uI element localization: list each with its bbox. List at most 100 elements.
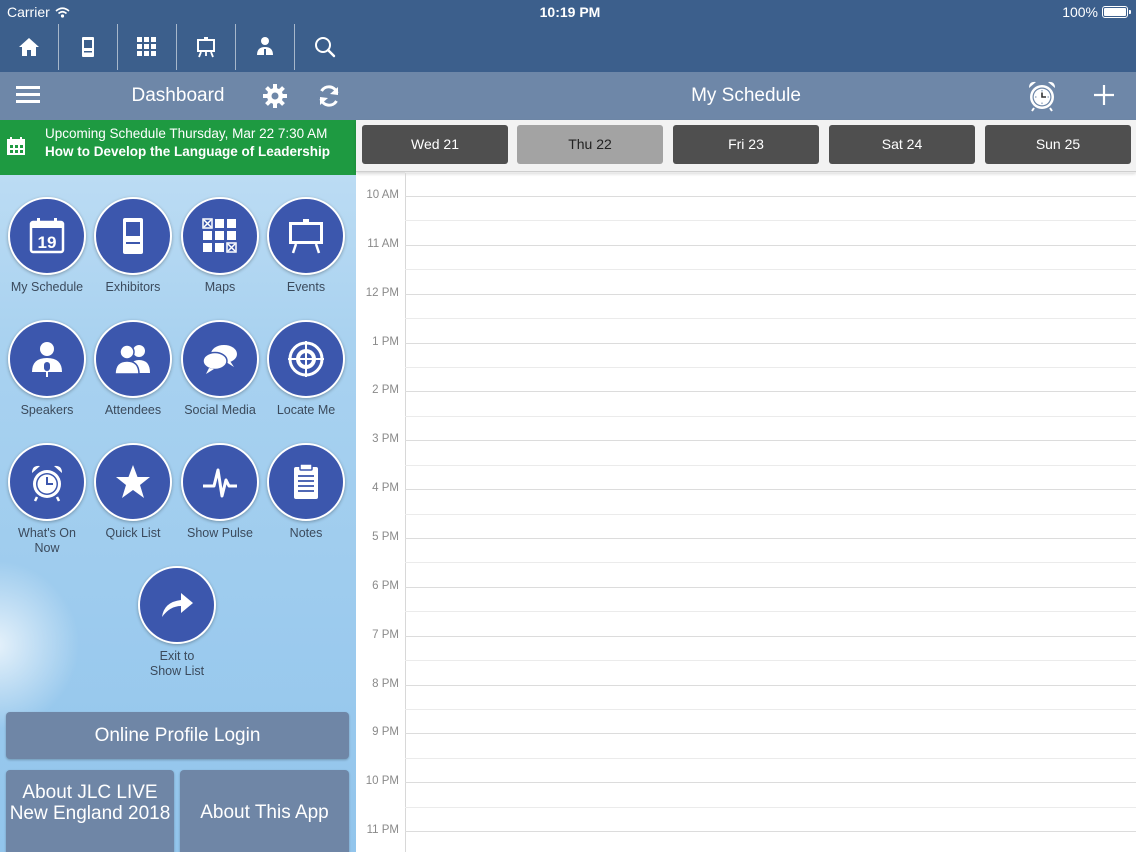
dashboard-header: Dashboard	[0, 72, 356, 120]
tile-label: Exhibitors	[105, 280, 161, 294]
hour-line	[405, 538, 1136, 539]
tile-attendees[interactable]: Attendees	[90, 320, 176, 418]
tile-maps[interactable]: Maps	[177, 197, 263, 295]
map-grid-icon[interactable]	[118, 24, 177, 70]
half-hour-line	[405, 318, 1136, 319]
half-hour-line	[405, 758, 1136, 759]
share-arrow-icon	[138, 566, 216, 644]
day-tab[interactable]: Sat 24	[829, 125, 975, 164]
hour-line	[405, 245, 1136, 246]
exhibitor-booth-icon[interactable]	[59, 24, 118, 70]
svg-text:19: 19	[38, 233, 57, 252]
hour-label: 7 PM	[372, 629, 399, 641]
easel-icon[interactable]	[177, 24, 236, 70]
half-hour-line	[405, 416, 1136, 417]
tile-label: Quick List	[105, 526, 161, 540]
hour-line	[405, 294, 1136, 295]
alarm-clock-icon[interactable]	[1026, 80, 1058, 112]
tile-exhibitors[interactable]: Exhibitors	[90, 197, 176, 295]
dashboard-title: Dashboard	[131, 85, 225, 106]
hour-label: 3 PM	[372, 433, 399, 445]
hour-label: 8 PM	[372, 678, 399, 690]
speaker-icon[interactable]	[236, 24, 295, 70]
tile-label: My Schedule	[10, 280, 84, 294]
hour-label: 12 PM	[365, 287, 399, 299]
hour-label: 9 PM	[372, 726, 399, 738]
tile-show-pulse[interactable]: Show Pulse	[177, 443, 263, 541]
tile-quick-list[interactable]: Quick List	[90, 443, 176, 541]
background-glow	[0, 560, 80, 730]
tile-my-schedule[interactable]: 19 My Schedule	[4, 197, 90, 295]
gear-icon[interactable]	[262, 83, 288, 109]
about-jlc-button[interactable]: About JLC LIVE New England 2018	[6, 770, 174, 852]
refresh-icon[interactable]	[316, 83, 342, 109]
about-app-button[interactable]: About This App	[180, 770, 349, 852]
hour-line	[405, 733, 1136, 734]
calendar-icon: 19	[8, 197, 86, 275]
tile-label: Exit to Show List	[149, 649, 205, 678]
tile-label: Locate Me	[276, 403, 336, 417]
half-hour-line	[405, 367, 1136, 368]
battery-icon	[1102, 6, 1131, 18]
half-hour-line	[405, 514, 1136, 515]
day-tab[interactable]: Fri 23	[673, 125, 819, 164]
tile-locate-me[interactable]: Locate Me	[263, 320, 349, 418]
hour-line	[405, 196, 1136, 197]
easel-icon	[267, 197, 345, 275]
tile-label: Maps	[204, 280, 236, 294]
upcoming-schedule-time: Upcoming Schedule Thursday, Mar 22 7:30 …	[45, 126, 328, 141]
star-icon	[94, 443, 172, 521]
half-hour-line	[405, 807, 1136, 808]
clock: 10:19 PM	[539, 4, 601, 20]
hour-label: 1 PM	[372, 336, 399, 348]
day-tab[interactable]: Wed 21	[362, 125, 508, 164]
tile-exit-to-show-list[interactable]: Exit to Show List	[134, 566, 220, 679]
hour-label: 11 AM	[367, 238, 399, 250]
tile-label: What's On Now	[18, 526, 76, 555]
alarm-clock-icon	[8, 443, 86, 521]
day-tab[interactable]: Sun 25	[985, 125, 1131, 164]
hour-label: 11 PM	[366, 824, 399, 836]
tile-label: Attendees	[104, 403, 162, 417]
tile-label: Show Pulse	[186, 526, 253, 540]
search-icon[interactable]	[295, 24, 354, 70]
half-hour-line	[405, 611, 1136, 612]
tile-events[interactable]: Events	[263, 197, 349, 295]
tile-whats-on-now[interactable]: What's On Now	[4, 443, 90, 556]
time-column-divider	[405, 172, 406, 852]
chat-bubbles-icon	[181, 320, 259, 398]
speaker-icon	[8, 320, 86, 398]
half-hour-line	[405, 220, 1136, 221]
hour-label: 5 PM	[372, 531, 399, 543]
schedule-grid[interactable]: 10 AM 11 AM 12 PM 1 PM 2 PM 3 PM 4 PM 5 PM 6 PM 7…	[356, 172, 1136, 852]
home-icon[interactable]	[0, 24, 59, 70]
tile-notes[interactable]: Notes	[263, 443, 349, 541]
hour-line	[405, 391, 1136, 392]
top-nav-icons	[0, 24, 356, 70]
hour-label: 10 PM	[365, 775, 399, 787]
battery-indicator: 100%	[1062, 4, 1131, 20]
dashboard-panel: Dashboard Upcoming Schedule Thursday, Ma…	[0, 0, 356, 852]
pulse-icon	[181, 443, 259, 521]
hour-line	[405, 782, 1136, 783]
half-hour-line	[405, 269, 1136, 270]
clipboard-icon	[267, 443, 345, 521]
upcoming-schedule-banner[interactable]: Upcoming Schedule Thursday, Mar 22 7:30 …	[0, 120, 356, 175]
hour-line	[405, 343, 1136, 344]
tile-label: Speakers	[20, 403, 74, 417]
tile-social-media[interactable]: Social Media	[177, 320, 263, 418]
day-tab-selected[interactable]: Thu 22	[517, 125, 663, 164]
target-icon	[267, 320, 345, 398]
hour-line	[405, 440, 1136, 441]
half-hour-line	[405, 465, 1136, 466]
add-icon[interactable]	[1092, 83, 1116, 107]
half-hour-line	[405, 709, 1136, 710]
battery-percent: 100%	[1062, 4, 1098, 20]
day-selector: Wed 21 Thu 22 Fri 23 Sat 24 Sun 25	[356, 120, 1136, 172]
schedule-header: My Schedule	[356, 72, 1136, 120]
hour-label: 4 PM	[372, 482, 399, 494]
hour-label: 2 PM	[372, 384, 399, 396]
exhibitor-booth-icon	[94, 197, 172, 275]
online-profile-login-button[interactable]: Online Profile Login	[6, 712, 349, 759]
tile-speakers[interactable]: Speakers	[4, 320, 90, 418]
